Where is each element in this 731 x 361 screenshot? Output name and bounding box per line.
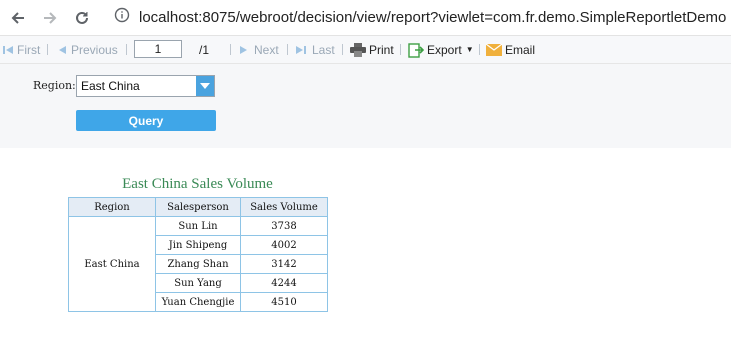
page-number-input[interactable]: 1: [134, 40, 182, 58]
back-arrow-icon[interactable]: [8, 8, 28, 28]
print-button[interactable]: Print: [350, 36, 394, 63]
email-icon: [486, 43, 502, 56]
toolbar-divider: [400, 44, 401, 55]
next-page-icon: [240, 45, 247, 54]
forward-arrow-icon[interactable]: [40, 8, 60, 28]
first-page-icon: [3, 45, 13, 54]
info-icon[interactable]: [114, 7, 130, 28]
volume-cell: 4002: [240, 235, 328, 255]
first-page-label: First: [17, 42, 41, 57]
url-text: localhost:8075/webroot/decision/view/rep…: [139, 8, 727, 26]
column-header: Salesperson: [155, 197, 241, 217]
volume-cell: 3738: [240, 216, 328, 236]
table-header-row: Region Salesperson Sales Volume: [68, 197, 328, 217]
dropdown-arrow-icon[interactable]: [196, 76, 214, 96]
toolbar-divider: [287, 44, 288, 55]
toolbar-divider: [479, 44, 480, 55]
report-toolbar: First Previous /1 Next Last Print Export…: [0, 36, 731, 64]
next-page-button[interactable]: Next: [239, 36, 279, 63]
export-icon: [408, 42, 424, 58]
browser-toolbar: localhost:8075/webroot/decision/view/rep…: [0, 0, 731, 36]
email-label: Email: [505, 42, 536, 57]
query-button[interactable]: Query: [76, 110, 216, 131]
region-label: Region:: [33, 79, 76, 92]
column-header: Region: [68, 197, 156, 217]
toolbar-divider: [47, 44, 48, 55]
report-title: East China Sales Volume: [122, 176, 273, 192]
volume-cell: 4244: [240, 273, 328, 293]
salesperson-cell: Yuan Chengjie: [155, 292, 241, 312]
address-bar[interactable]: localhost:8075/webroot/decision/view/rep…: [114, 6, 726, 28]
export-label: Export: [427, 42, 462, 57]
salesperson-cell: Sun Lin: [155, 216, 241, 236]
export-button[interactable]: Export ▼: [408, 36, 474, 63]
volume-cell: 3142: [240, 254, 328, 274]
printer-icon: [350, 42, 366, 57]
toolbar-divider: [230, 44, 231, 55]
page-total: /1: [199, 42, 210, 57]
table-row: East China Sun Lin 3738: [68, 216, 328, 312]
previous-page-label: Previous: [71, 42, 118, 57]
print-label: Print: [369, 42, 394, 57]
toolbar-divider: [342, 44, 343, 55]
first-page-button[interactable]: First: [2, 36, 40, 63]
last-page-button[interactable]: Last: [295, 36, 335, 63]
salesperson-cell: Sun Yang: [155, 273, 241, 293]
reload-icon[interactable]: [72, 8, 92, 28]
previous-page-button[interactable]: Previous: [57, 36, 118, 63]
region-select-value: East China: [81, 79, 140, 93]
region-select[interactable]: East China: [76, 75, 215, 97]
region-cell: East China: [68, 216, 156, 312]
toolbar-divider: [126, 44, 127, 55]
report-table: Region Salesperson Sales Volume East Chi…: [68, 197, 328, 312]
email-button[interactable]: Email: [486, 36, 535, 63]
column-header: Sales Volume: [240, 197, 328, 217]
previous-page-icon: [59, 45, 66, 54]
chevron-down-icon: ▼: [465, 45, 474, 54]
last-page-label: Last: [312, 42, 335, 57]
last-page-icon: [296, 45, 306, 54]
next-page-label: Next: [254, 42, 279, 57]
salesperson-cell: Zhang Shan: [155, 254, 241, 274]
volume-cell: 4510: [240, 292, 328, 312]
salesperson-cell: Jin Shipeng: [155, 235, 241, 255]
